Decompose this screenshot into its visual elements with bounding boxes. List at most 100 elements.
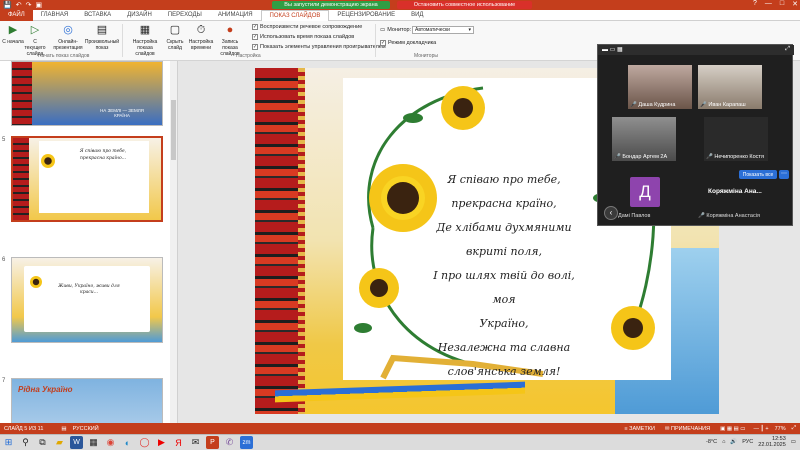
muted-mic-icon: 🎤	[698, 213, 705, 219]
setup-show-button[interactable]: ▦ Настройка показа слайдов	[127, 23, 163, 58]
online-present-icon: ◎	[63, 24, 73, 36]
slideshow-icon[interactable]: ▣	[35, 1, 42, 9]
tab-file[interactable]: ФАЙЛ	[0, 9, 33, 21]
muted-mic-icon: 🎤	[706, 154, 713, 160]
input-language[interactable]: РУС	[742, 439, 753, 445]
from-current-button[interactable]: ▷ С текущего слайда	[22, 23, 48, 58]
clock[interactable]: 12:53 22.01.2025	[758, 436, 786, 448]
group-label-monitors: Мониторы	[414, 53, 438, 59]
ribbon-tabs: ФАЙЛ ГЛАВНАЯ ВСТАВКА ДИЗАЙН ПЕРЕХОДЫ АНИ…	[0, 9, 800, 21]
setup-show-icon: ▦	[139, 24, 151, 36]
store-icon[interactable]: ▦	[87, 436, 100, 449]
opera-icon[interactable]: ◯	[138, 436, 151, 449]
notification-icon[interactable]: ▭	[791, 439, 796, 445]
tab-insert[interactable]: ВСТАВКА	[76, 10, 119, 21]
tab-home[interactable]: ГЛАВНАЯ	[33, 10, 77, 21]
weather-widget[interactable]: -8°C	[706, 439, 717, 445]
start-icon[interactable]: ⊞	[2, 436, 15, 449]
zoom-app-icon[interactable]: zm	[240, 436, 253, 449]
help-icon[interactable]: ?	[753, 0, 757, 8]
presenter-view-checkbox[interactable]: ✓ Режим докладчика	[380, 40, 436, 46]
viber-icon[interactable]: ✆	[223, 436, 236, 449]
tab-transitions[interactable]: ПЕРЕХОДЫ	[160, 10, 210, 21]
hide-slide-button[interactable]: ▢ Скрыть слайд	[162, 23, 188, 52]
custom-show-button[interactable]: ▤ Произвольный показ	[85, 23, 119, 52]
thumbnail-caption: Рідна Україно	[18, 385, 73, 394]
word-icon[interactable]: W	[70, 436, 83, 449]
ornament-strip	[12, 62, 32, 125]
slide-thumbnail[interactable]: Рідна Україно	[11, 378, 163, 423]
tab-review[interactable]: РЕЦЕНЗИРОВАНИЕ	[329, 10, 403, 21]
show-all-button[interactable]: Показать все	[739, 170, 777, 179]
yandex-icon[interactable]: Я	[172, 436, 185, 449]
media-controls-checkbox[interactable]: ✓ Показать элементы управления проигрыва…	[252, 44, 386, 50]
participant-tile[interactable]: 🎤 Иван Карапаш	[698, 65, 762, 109]
slide-thumbnail[interactable]: НА ЗЕМЛІ — ЗЕМЛЯ КРАЇНА	[11, 61, 163, 126]
fit-slide-icon[interactable]: ⤢	[792, 425, 796, 432]
file-explorer-icon[interactable]: ▰	[53, 436, 66, 449]
rehearse-timings-button[interactable]: ⏱ Настройка времени	[188, 23, 214, 52]
chrome-icon[interactable]: ◉	[104, 436, 117, 449]
stop-share-button[interactable]: Остановить совместное использование	[397, 1, 532, 9]
scrollbar-thumb[interactable]	[171, 100, 176, 160]
slide-thumbnail[interactable]: Живи, Україно, живи для краси...	[11, 257, 163, 343]
task-view-icon[interactable]: ⧉	[36, 436, 49, 449]
chevron-left-icon[interactable]: ‹	[604, 206, 618, 220]
ribbon-separator	[122, 24, 123, 57]
edge-icon[interactable]: ◐	[121, 436, 134, 449]
mail-icon[interactable]: ✉	[189, 436, 202, 449]
checkbox-check-icon: ✓	[252, 24, 258, 30]
tab-design[interactable]: ДИЗАЙН	[119, 10, 160, 21]
muted-mic-icon: 🎤	[614, 154, 621, 160]
minimize-button[interactable]: —	[765, 0, 772, 8]
zoom-slider[interactable]: — ┃ +	[753, 426, 768, 432]
zoom-level[interactable]: 77%	[775, 426, 786, 432]
network-icon[interactable]: ⌂	[722, 439, 725, 445]
slide-thumbnail-pane: НА ЗЕМЛІ — ЗЕМЛЯ КРАЇНА 5 Я співаю про т…	[0, 61, 178, 423]
slide-thumbnail-selected[interactable]: Я співаю про тебе, прекрасна країно...	[11, 136, 163, 222]
language-indicator[interactable]: РУССКИЙ	[73, 426, 99, 432]
spellcheck-icon[interactable]: ▤	[61, 426, 66, 432]
ornament-strip	[13, 138, 29, 220]
save-icon[interactable]: 💾	[3, 1, 12, 9]
undo-icon[interactable]: ↶	[16, 1, 22, 9]
view-buttons[interactable]: ▣ ▦ ▤ ▭	[720, 426, 745, 432]
play-current-icon: ▷	[30, 24, 40, 36]
record-show-button[interactable]: ● Запись показа слайдов	[214, 23, 246, 58]
youtube-icon[interactable]: ▶	[155, 436, 168, 449]
poem-line: І про шлях твій до волі, моя	[433, 269, 575, 306]
maximize-button[interactable]: □	[780, 0, 784, 8]
redo-icon[interactable]: ↷	[26, 1, 32, 9]
taskbar: ⊞ ⚲ ⧉ ▰ W ▦ ◉ ◐ ◯ ▶ Я ✉ P ✆ zm -8°C ⌂ 🔊 …	[0, 434, 800, 450]
thumbnail-caption: Живи, Україно, живи для краси...	[58, 284, 120, 295]
expand-icon[interactable]: ⤢	[785, 46, 790, 53]
participant-tile[interactable]: 🎤 Бондар Артем 2А	[612, 117, 676, 161]
more-options-button[interactable]: ⋯	[779, 170, 789, 179]
flag-ribbon	[275, 381, 525, 403]
play-from-start-icon: ▶	[8, 24, 18, 36]
window-controls: ? — □ ✕	[753, 0, 798, 8]
clock-date: 22.01.2025	[758, 442, 786, 448]
poem-line: вкриті поля,	[465, 245, 543, 258]
tab-view[interactable]: ВИД	[403, 10, 431, 21]
powerpoint-icon[interactable]: P	[206, 436, 219, 449]
checkbox-check-icon: ✓	[252, 34, 258, 40]
notes-button[interactable]: ≡ ЗАМЕТКИ	[624, 426, 655, 432]
slide-counter: СЛАЙД 5 ИЗ 11	[4, 425, 44, 432]
tab-slideshow[interactable]: ПОКАЗ СЛАЙДОВ	[260, 9, 330, 21]
narration-checkbox[interactable]: ✓ Воспроизвести речевое сопровождение	[252, 24, 362, 30]
comments-button[interactable]: ✉ ПРИМЕЧАНИЯ	[665, 426, 710, 432]
tab-animations[interactable]: АНИМАЦИЯ	[210, 10, 261, 21]
online-present-button[interactable]: ◎ Онлайн-презентация	[52, 23, 84, 52]
ribbon-separator	[375, 24, 376, 57]
timings-checkbox[interactable]: ✓ Использовать время показа слайдов	[252, 34, 354, 40]
close-button[interactable]: ✕	[792, 0, 798, 8]
monitor-select[interactable]: Автоматически ▾	[412, 26, 474, 34]
participant-tile[interactable]: 🎤 Нечипоренко Костя	[704, 117, 768, 161]
search-icon[interactable]: ⚲	[19, 436, 32, 449]
layout-icon[interactable]: ▬ ▭ ▦	[602, 46, 623, 53]
volume-icon[interactable]: 🔊	[730, 439, 737, 445]
title-bar: 💾 ↶ ↷ ▣ Вы запустили демонстрацию экрана…	[0, 0, 800, 10]
participant-tile[interactable]: 🎤 Даша Кудрина	[628, 65, 692, 109]
group-label-setup: Настройка	[236, 53, 261, 59]
